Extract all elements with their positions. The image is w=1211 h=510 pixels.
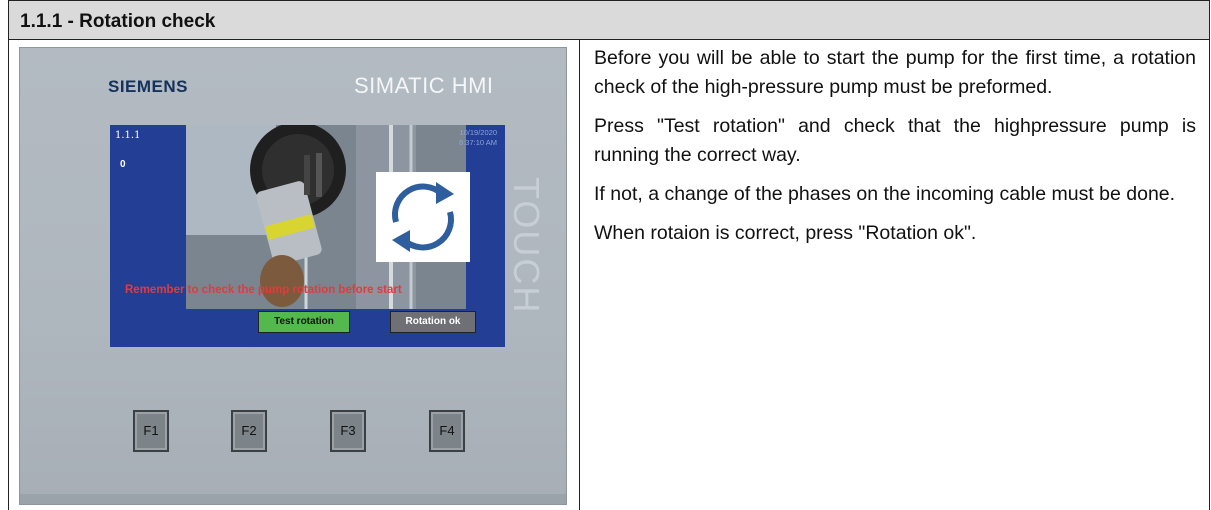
rotation-warning: Remember to check the pump rotation befo… <box>125 284 402 296</box>
f1-key[interactable]: F1 <box>133 410 169 452</box>
instruction-2: Press "Test rotation" and check that the… <box>594 115 1196 166</box>
model-label: SIMATIC HMI <box>354 73 494 98</box>
hmi-screen: 1.1.1 0 10/19/2020 6:37:10 AM Remember t… <box>110 125 505 347</box>
hmi-panel: SIEMENS SIMATIC HMI TOUCH 1.1.1 0 10/19/… <box>19 47 567 505</box>
instructions: Before you will be able to start the pum… <box>594 44 1196 258</box>
rotation-ok-button[interactable]: Rotation ok <box>390 311 476 333</box>
instruction-3: If not, a change of the phases on the in… <box>594 183 1176 205</box>
date-label: 10/19/2020 <box>459 128 497 137</box>
time-label: 6:37:10 AM <box>459 138 497 147</box>
brand-logo: SIEMENS <box>108 77 189 96</box>
screen-id: 1.1.1 <box>115 130 141 141</box>
table-header: 1.1.1 - Rotation check <box>9 1 1209 40</box>
section-title: 1.1.1 - Rotation check <box>20 11 216 32</box>
touch-label: TOUCH <box>506 177 547 315</box>
f3-key[interactable]: F3 <box>330 410 366 452</box>
datetime: 10/19/2020 6:37:10 AM <box>459 128 497 148</box>
counter-value: 0 <box>120 159 126 170</box>
instruction-1: Before you will be able to start the pum… <box>594 47 1196 98</box>
column-divider <box>579 39 580 510</box>
instruction-4: When rotaion is correct, press "Rotation… <box>594 222 977 244</box>
f2-key[interactable]: F2 <box>231 410 267 452</box>
rotation-icon <box>376 172 470 262</box>
test-rotation-button[interactable]: Test rotation <box>258 311 350 333</box>
panel-bottom-edge <box>20 494 566 504</box>
f4-key[interactable]: F4 <box>429 410 465 452</box>
